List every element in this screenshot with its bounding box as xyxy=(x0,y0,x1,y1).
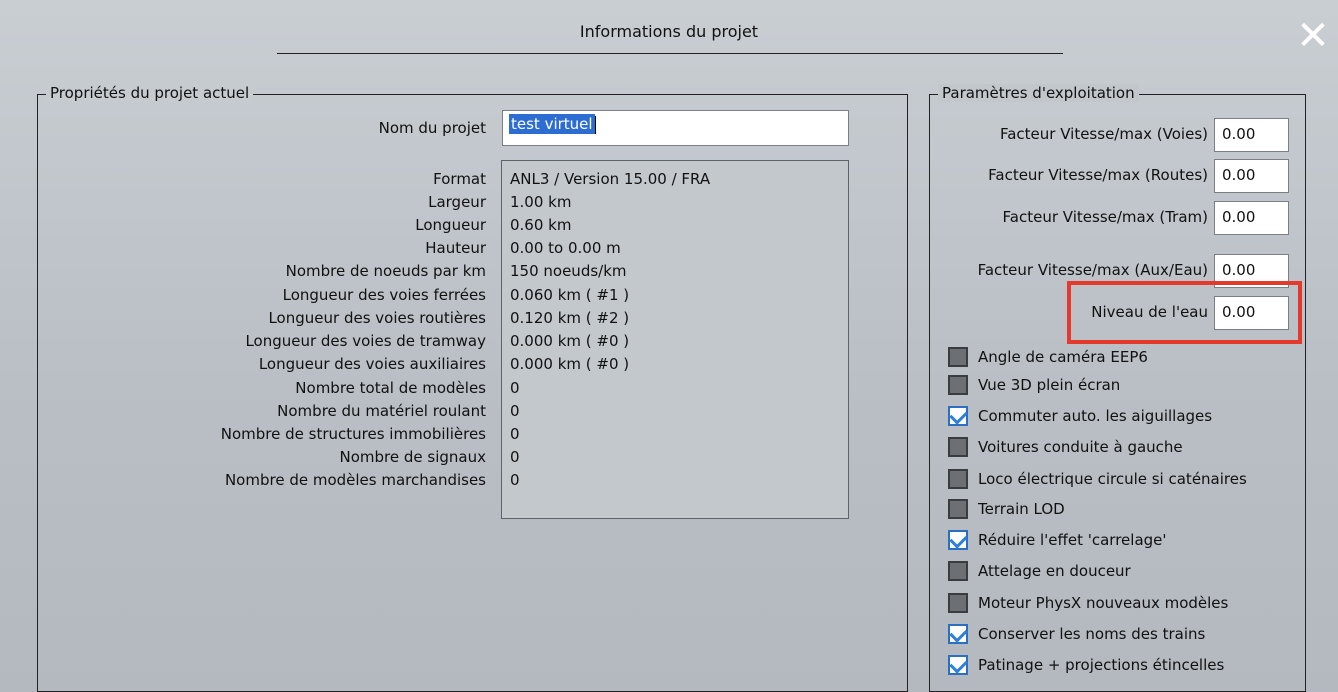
checkbox-row[interactable]: Terrain LOD xyxy=(948,496,1065,522)
checkbox-row[interactable]: Loco électrique circule si caténaires xyxy=(948,466,1247,492)
exploitation-field-label: Facteur Vitesse/max (Voies) xyxy=(999,125,1208,143)
exploitation-field-label: Facteur Vitesse/max (Routes) xyxy=(988,166,1208,184)
checkbox-row[interactable]: Attelage en douceur xyxy=(948,558,1131,584)
property-label: Largeur xyxy=(428,193,486,211)
property-label: Longueur des voies auxiliaires xyxy=(258,355,486,373)
checkbox-label: Commuter auto. les aiguillages xyxy=(978,407,1213,425)
checkbox-label: Patinage + projections étincelles xyxy=(978,656,1225,674)
checkbox-unchecked-icon[interactable] xyxy=(948,469,968,489)
property-label: Nombre de structures immobilières xyxy=(220,425,486,443)
exploitation-field-input[interactable]: 0.00 xyxy=(1214,118,1289,152)
title-underline xyxy=(277,53,1063,54)
exploitation-field-input[interactable]: 0.00 xyxy=(1214,201,1289,235)
checkbox-label: Angle de caméra EEP6 xyxy=(978,348,1148,366)
property-value: 0.60 km xyxy=(510,216,572,234)
property-value: 0 xyxy=(510,425,520,443)
property-label: Nombre de modèles marchandises xyxy=(224,471,486,489)
exploitation-field-label: Facteur Vitesse/max (Tram) xyxy=(1002,208,1208,226)
checkbox-unchecked-icon[interactable] xyxy=(948,593,968,613)
checkbox-unchecked-icon[interactable] xyxy=(948,375,968,395)
checkbox-label: Vue 3D plein écran xyxy=(978,376,1121,394)
property-value: 0 xyxy=(510,448,520,466)
checkbox-row[interactable]: Vue 3D plein écran xyxy=(948,372,1120,398)
checkbox-row[interactable]: Réduire l'effet 'carrelage' xyxy=(948,527,1167,553)
exploitation-field-label: Facteur Vitesse/max (Aux/Eau) xyxy=(977,261,1208,279)
property-value: ANL3 / Version 15.00 / FRA xyxy=(510,170,711,188)
checkbox-checked-icon[interactable] xyxy=(948,624,968,644)
property-label: Nombre de noeuds par km xyxy=(285,262,486,280)
property-label: Nombre du matériel roulant xyxy=(277,402,486,420)
property-label: Longueur des voies routières xyxy=(268,309,486,327)
property-value: 0 xyxy=(510,402,520,420)
checkbox-label: Attelage en douceur xyxy=(978,562,1131,580)
project-name-value: test virtuel xyxy=(509,114,595,134)
project-name-input[interactable]: test virtuel xyxy=(502,110,849,146)
property-value: 0.000 km ( #0 ) xyxy=(510,332,630,350)
checkbox-label: Terrain LOD xyxy=(978,500,1065,518)
property-value: 1.00 km xyxy=(510,193,572,211)
dialog-title: Informations du projet xyxy=(579,22,759,41)
checkbox-label: Conserver les noms des trains xyxy=(978,625,1206,643)
exploitation-field-input[interactable]: 0.00 xyxy=(1214,159,1289,193)
checkbox-unchecked-icon[interactable] xyxy=(948,561,968,581)
exploitation-title: Paramètres d'exploitation xyxy=(938,84,1139,102)
property-value: 150 noeuds/km xyxy=(510,262,627,280)
checkbox-checked-icon[interactable] xyxy=(948,530,968,550)
property-label: Nombre total de modèles xyxy=(295,379,486,397)
property-label: Hauteur xyxy=(425,239,486,257)
property-label: Longueur xyxy=(415,216,486,234)
water-level-highlight xyxy=(1067,281,1302,344)
property-value: 0.120 km ( #2 ) xyxy=(510,309,630,327)
checkbox-unchecked-icon[interactable] xyxy=(948,347,968,367)
checkbox-row[interactable]: Conserver les noms des trains xyxy=(948,621,1205,647)
property-value: 0.00 to 0.00 m xyxy=(510,239,621,257)
checkbox-row[interactable]: Commuter auto. les aiguillages xyxy=(948,403,1212,429)
property-label: Format xyxy=(433,170,486,188)
checkbox-row[interactable]: Voitures conduite à gauche xyxy=(948,434,1183,460)
checkbox-label: Voitures conduite à gauche xyxy=(978,438,1183,456)
checkbox-checked-icon[interactable] xyxy=(948,406,968,426)
checkbox-row[interactable]: Angle de caméra EEP6 xyxy=(948,344,1148,370)
property-label: Nombre de signaux xyxy=(339,448,486,466)
property-value: 0.060 km ( #1 ) xyxy=(510,286,630,304)
property-label: Longueur des voies de tramway xyxy=(245,332,486,350)
checkbox-row[interactable]: Moteur PhysX nouveaux modèles xyxy=(948,590,1228,616)
checkbox-row[interactable]: Patinage + projections étincelles xyxy=(948,652,1224,678)
project-properties-title: Propriétés du projet actuel xyxy=(46,84,254,102)
property-label: Longueur des voies ferrées xyxy=(282,286,486,304)
property-value: 0 xyxy=(510,379,520,397)
checkbox-unchecked-icon[interactable] xyxy=(948,499,968,519)
checkbox-checked-icon[interactable] xyxy=(948,655,968,675)
checkbox-label: Réduire l'effet 'carrelage' xyxy=(978,531,1167,549)
checkbox-label: Loco électrique circule si caténaires xyxy=(978,470,1247,488)
project-name-label: Nom du projet xyxy=(378,119,486,137)
property-value: 0 xyxy=(510,471,520,489)
checkbox-unchecked-icon[interactable] xyxy=(948,437,968,457)
checkbox-label: Moteur PhysX nouveaux modèles xyxy=(978,594,1229,612)
property-value: 0.000 km ( #0 ) xyxy=(510,355,630,373)
close-icon[interactable]: ✕ xyxy=(1291,14,1335,58)
